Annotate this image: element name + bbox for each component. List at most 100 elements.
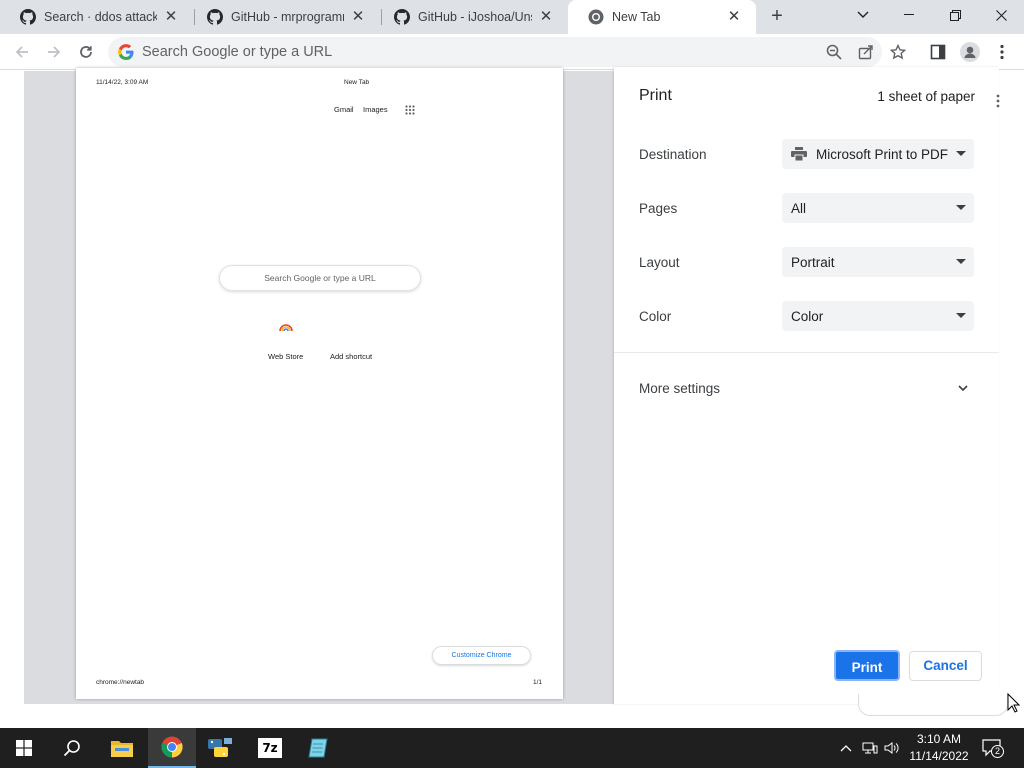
side-panel-icon — [930, 44, 946, 60]
tab-strip: Search · ddos attack · G ✕ GitHub - mrpr… — [0, 0, 1024, 34]
share-icon — [858, 45, 873, 60]
close-icon[interactable]: ✕ — [726, 9, 742, 25]
dropdown-caret-icon — [956, 151, 966, 156]
tab-title: New Tab — [612, 10, 661, 24]
print-title: Print — [639, 87, 672, 104]
preview-footer-page: 1/1 — [533, 679, 543, 686]
preview-header-title: New Tab — [344, 79, 370, 86]
minimize-button[interactable] — [886, 0, 932, 30]
layout-value: Portrait — [791, 254, 835, 270]
tray-volume[interactable] — [884, 740, 900, 756]
chevron-down-icon — [857, 11, 869, 18]
taskbar-search-button[interactable] — [48, 728, 96, 768]
action-center-button[interactable]: 2 — [982, 738, 1004, 758]
color-value: Color — [791, 308, 824, 324]
kebab-menu-icon — [1000, 44, 1004, 60]
clock-time: 3:10 AM — [916, 732, 962, 746]
python-icon — [208, 738, 232, 757]
zoom-out-icon — [826, 44, 842, 60]
pages-value: All — [791, 200, 807, 216]
chevron-down-icon[interactable] — [956, 381, 970, 395]
reload-icon — [80, 46, 92, 58]
restore-icon — [949, 9, 961, 21]
windows-start-icon — [16, 740, 32, 756]
print-preview-area: 11/14/22, 3:09 AM New Tab Gmail Images S… — [24, 68, 614, 704]
arrow-left-icon — [15, 46, 28, 58]
new-tab-button[interactable]: + — [766, 6, 788, 28]
preview-shortcut-add: Add shortcut — [330, 352, 373, 361]
tray-network[interactable] — [862, 740, 878, 756]
close-icon[interactable]: ✕ — [350, 9, 366, 25]
tab-github-ijoshoa[interactable]: GitHub - iJoshoa/Unste ✕ — [374, 0, 568, 34]
dropdown-caret-icon — [956, 259, 966, 264]
color-label: Color — [639, 309, 672, 324]
taskbar-file-explorer[interactable] — [98, 728, 146, 768]
preview-header-date: 11/14/22, 3:09 AM — [96, 79, 149, 86]
star-icon — [890, 44, 906, 60]
close-window-button[interactable] — [978, 0, 1024, 30]
print-settings-panel: Print 1 sheet of paper Destination Micro… — [614, 67, 999, 704]
print-button[interactable]: Print — [834, 650, 900, 681]
preview-shortcut-webstore: Web Store — [268, 352, 304, 361]
tab-title: Search · ddos attack · G — [44, 10, 157, 24]
back-button[interactable] — [11, 41, 33, 63]
profile-button[interactable] — [959, 41, 981, 63]
taskbar-clock[interactable]: 3:10 AM 11/14/2022 — [904, 731, 974, 765]
preview-footer-url: chrome://newtab — [96, 679, 145, 686]
7zip-icon: 7z — [258, 738, 282, 758]
color-select[interactable]: Color — [782, 301, 974, 331]
tray-expand-button[interactable] — [838, 740, 854, 756]
printer-icon — [791, 147, 807, 161]
close-icon[interactable]: ✕ — [538, 9, 554, 25]
bookmark-button[interactable] — [889, 43, 907, 61]
notepad-icon — [308, 738, 328, 758]
kebab-menu-icon — [996, 94, 1000, 108]
close-icon[interactable]: ✕ — [163, 9, 179, 25]
tab-github-mrprogramm[interactable]: GitHub - mrprogramm ✕ — [187, 0, 380, 34]
taskbar-notepad[interactable] — [294, 728, 342, 768]
destination-select[interactable]: Microsoft Print to PDF — [782, 139, 974, 169]
menu-button[interactable] — [993, 43, 1011, 61]
taskbar-7zip[interactable]: 7z — [246, 728, 294, 768]
notification-count: 2 — [991, 745, 1004, 758]
print-preview-page: 11/14/22, 3:09 AM New Tab Gmail Images S… — [76, 68, 563, 699]
destination-label: Destination — [639, 147, 707, 162]
forward-button[interactable] — [43, 41, 65, 63]
cancel-button[interactable]: Cancel — [909, 651, 982, 681]
tab-search-ddos[interactable]: Search · ddos attack · G ✕ — [0, 0, 193, 34]
github-icon — [394, 9, 410, 25]
more-settings-toggle[interactable]: More settings — [639, 381, 720, 396]
layout-label: Layout — [639, 255, 680, 270]
address-bar[interactable]: Search Google or type a URL — [108, 37, 882, 67]
restore-button[interactable] — [932, 0, 978, 30]
chrome-icon — [588, 9, 604, 25]
avatar-icon — [960, 42, 980, 62]
preview-images-link: Images — [363, 105, 388, 114]
section-divider — [614, 352, 999, 353]
share-button[interactable] — [857, 43, 875, 61]
preview-search-box: Search Google or type a URL — [219, 265, 421, 291]
zoom-button[interactable] — [825, 43, 843, 61]
reload-button[interactable] — [75, 41, 97, 63]
taskbar-chrome[interactable] — [148, 728, 196, 768]
taskbar-python[interactable] — [196, 728, 244, 768]
clock-date: 11/14/2022 — [909, 749, 969, 763]
side-panel-button[interactable] — [929, 43, 947, 61]
tab-search-button[interactable] — [840, 0, 886, 30]
network-icon — [862, 742, 878, 754]
github-icon — [20, 9, 36, 25]
page-content: 11/14/22, 3:09 AM New Tab Gmail Images S… — [0, 67, 1024, 728]
sheet-count: 1 sheet of paper — [877, 89, 975, 104]
windows-taskbar: 7z 3:10 AM 11/14/2022 2 — [0, 728, 1024, 768]
mouse-cursor-icon — [1007, 693, 1021, 713]
layout-select[interactable]: Portrait — [782, 247, 974, 277]
pages-select[interactable]: All — [782, 193, 974, 223]
tab-new-tab[interactable]: New Tab ✕ — [568, 0, 756, 34]
volume-icon — [884, 742, 899, 754]
minimize-icon — [904, 14, 914, 15]
omnibox-placeholder: Search Google or type a URL — [142, 44, 333, 60]
dropdown-caret-icon — [956, 205, 966, 210]
google-icon — [118, 44, 134, 60]
start-button[interactable] — [0, 728, 48, 768]
chrome-icon — [161, 736, 183, 758]
